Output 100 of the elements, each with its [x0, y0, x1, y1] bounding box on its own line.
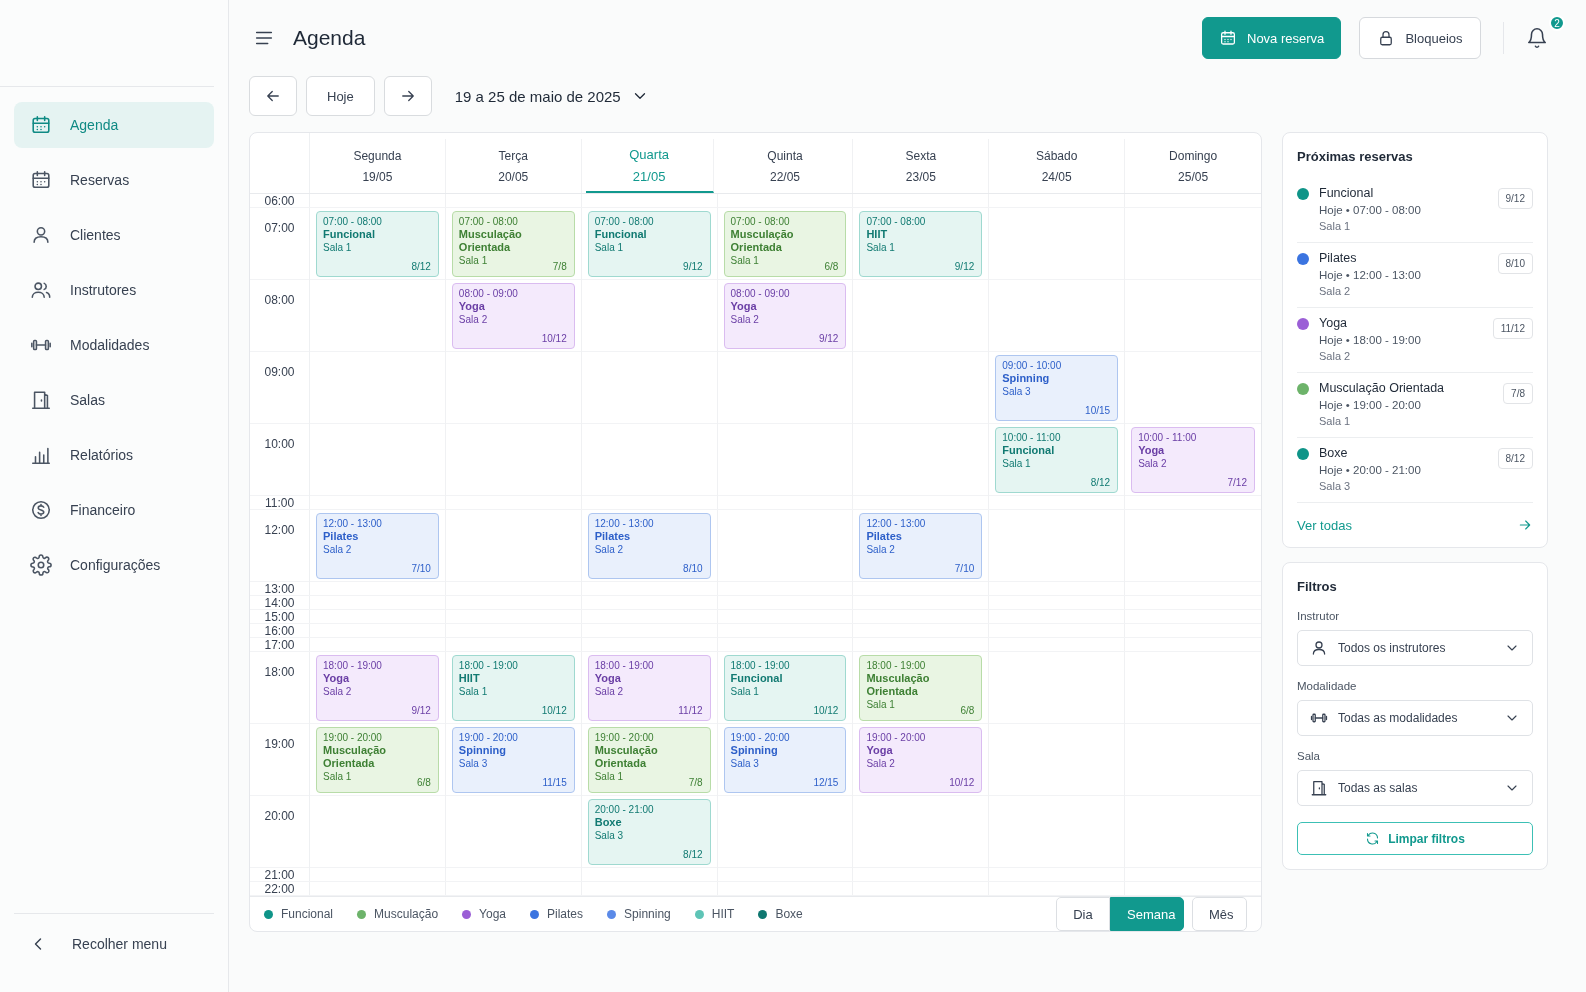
event-card[interactable]: 19:00 - 20:00 Spinning Sala 3 12/15: [723, 727, 847, 793]
select-field[interactable]: Todos os instrutores: [1297, 630, 1533, 666]
event-title: Yoga: [323, 672, 350, 685]
event-title: Yoga: [730, 300, 757, 313]
time-label: 12:00: [264, 524, 295, 536]
event-card[interactable]: 10:00 - 11:00 Yoga Sala 2 7/12: [1131, 427, 1255, 493]
time-label: 20:00: [264, 810, 295, 822]
nav-item[interactable]: Configurações: [14, 542, 214, 588]
see-all-link[interactable]: Ver todas: [1297, 503, 1533, 533]
event-time: 12:00 - 13:00: [594, 517, 654, 530]
event-count: 6/8: [824, 260, 839, 273]
day-header[interactable]: Domingo 25/05: [1125, 139, 1261, 193]
event-card[interactable]: 19:00 - 20:00 Spinning Sala 3 11/15: [451, 727, 575, 793]
event-card[interactable]: 18:00 - 19:00 Musculação Orientada Sala 1 6/8: [859, 655, 983, 721]
calendar-icon: [1219, 29, 1237, 47]
event-card[interactable]: 07:00 - 08:00 HIIT Sala 1 9/12: [859, 211, 983, 277]
time-label: 19:00: [264, 738, 295, 750]
event-count: 10/12: [813, 704, 839, 717]
event-room: Sala 1: [1002, 457, 1031, 470]
nav-item[interactable]: Financeiro: [14, 487, 214, 533]
view-toggle[interactable]: Semana: [1110, 897, 1184, 931]
booking-item[interactable]: Pilates Hoje • 12:00 - 13:00 Sala 2 8/10: [1297, 243, 1533, 308]
day-header[interactable]: Sexta 23/05: [853, 139, 990, 193]
nav-item[interactable]: Salas: [14, 377, 214, 423]
time-label: 09:00: [264, 366, 295, 378]
day-header[interactable]: Terça 20/05: [445, 139, 582, 193]
booking-room: Sala 1: [1319, 220, 1352, 232]
collapse-menu-button[interactable]: Recolher menu: [14, 928, 179, 960]
day-header[interactable]: Quinta 22/05: [717, 139, 854, 193]
nav-item[interactable]: Relatórios: [14, 432, 214, 478]
event-time: 07:00 - 08:00: [323, 215, 382, 228]
date-range-dropdown[interactable]: 19 a 25 de maio de 2025: [448, 86, 655, 106]
event-time: 07:00 - 08:00: [458, 215, 518, 228]
nav-item[interactable]: Modalidades: [14, 322, 214, 368]
event-count: 8/12: [683, 848, 703, 861]
previous-button[interactable]: [249, 76, 297, 116]
event-card[interactable]: 12:00 - 13:00 Pilates Sala 2 7/10: [316, 513, 439, 579]
select-field[interactable]: Todas as modalidades: [1297, 700, 1533, 736]
view-toggle[interactable]: Mês: [1192, 897, 1247, 931]
event-room: Sala 1: [323, 241, 352, 254]
nav-item[interactable]: Agenda: [14, 102, 214, 148]
day-header[interactable]: Segunda 19/05: [310, 139, 446, 193]
view-toggle[interactable]: Dia: [1056, 897, 1110, 931]
booking-name: Funcional: [1319, 186, 1375, 200]
blocks-button[interactable]: Bloqueios: [1359, 17, 1481, 59]
event-card[interactable]: 08:00 - 09:00 Yoga Sala 2 10/12: [451, 283, 575, 349]
event-time: 19:00 - 20:00: [730, 731, 790, 744]
event-time: 08:00 - 09:00: [730, 287, 790, 300]
event-card[interactable]: 08:00 - 09:00 Yoga Sala 2 9/12: [723, 283, 847, 349]
today-button[interactable]: Hoje: [306, 76, 375, 116]
event-card[interactable]: 19:00 - 20:00 Musculação Orientada Sala 1 7/8: [587, 727, 711, 793]
booking-name: Boxe: [1319, 446, 1349, 460]
event-card[interactable]: 18:00 - 19:00 Yoga Sala 2 9/12: [316, 655, 439, 721]
event-card[interactable]: 07:00 - 08:00 Musculação Orientada Sala 1 6/8: [723, 211, 847, 277]
nav-item[interactable]: Reservas: [14, 157, 214, 203]
event-card[interactable]: 18:00 - 19:00 HIIT Sala 1 10/12: [451, 655, 575, 721]
event-card[interactable]: 07:00 - 08:00 Musculação Orientada Sala 1 7/8: [451, 211, 575, 277]
event-room: Sala 1: [730, 254, 759, 267]
time-label: 13:00: [264, 582, 295, 595]
nav-item[interactable]: Clientes: [14, 212, 214, 258]
event-card[interactable]: 07:00 - 08:00 Funcional Sala 1 9/12: [587, 211, 711, 277]
event-card[interactable]: 12:00 - 13:00 Pilates Sala 2 8/10: [587, 513, 711, 579]
booking-item[interactable]: Musculação Orientada Hoje • 19:00 - 20:00 Sala 1 7/8: [1297, 373, 1533, 438]
event-count: 11/12: [678, 704, 703, 717]
event-title: Yoga: [866, 744, 893, 757]
notifications-button[interactable]: [1526, 27, 1548, 49]
clear-filters-button[interactable]: Limpar filtros: [1297, 822, 1533, 855]
day-header[interactable]: Quarta 21/05: [585, 139, 714, 193]
booking-time: Hoje • 07:00 - 08:00: [1319, 204, 1422, 216]
booking-item[interactable]: Boxe Hoje • 20:00 - 21:00 Sala 3 8/12: [1297, 438, 1533, 503]
event-title: Spinning: [458, 744, 506, 757]
booking-item[interactable]: Funcional Hoje • 07:00 - 08:00 Sala 1 9/12: [1297, 178, 1533, 243]
event-count: 7/10: [954, 562, 975, 575]
nav-item[interactable]: Instrutores: [14, 267, 214, 313]
event-count: 9/12: [683, 260, 703, 273]
event-time: 19:00 - 20:00: [594, 731, 654, 744]
event-card[interactable]: 07:00 - 08:00 Funcional Sala 1 8/12: [316, 211, 439, 277]
time-label: 08:00: [264, 294, 295, 306]
booking-room: Sala 2: [1319, 285, 1352, 297]
event-card[interactable]: 19:00 - 20:00 Yoga Sala 2 10/12: [859, 727, 983, 793]
event-room: Sala 2: [866, 543, 895, 556]
field-label: Modalidade: [1297, 680, 1358, 692]
event-room: Sala 2: [1138, 457, 1167, 470]
event-card[interactable]: 18:00 - 19:00 Funcional Sala 1 10/12: [723, 655, 847, 721]
event-card[interactable]: 10:00 - 11:00 Funcional Sala 1 8/12: [995, 427, 1119, 493]
event-time: 19:00 - 20:00: [866, 731, 926, 744]
calendar-icon: [30, 169, 52, 191]
new-booking-button[interactable]: Nova reserva: [1202, 17, 1341, 59]
event-card[interactable]: 12:00 - 13:00 Pilates Sala 2 7/10: [859, 513, 983, 579]
event-card[interactable]: 20:00 - 21:00 Boxe Sala 3 8/12: [587, 799, 711, 865]
day-header[interactable]: Sábado 24/05: [989, 139, 1126, 193]
time-label: 17:00: [264, 638, 295, 651]
event-card[interactable]: 09:00 - 10:00 Spinning Sala 3 10/15: [995, 355, 1119, 421]
booking-item[interactable]: Yoga Hoje • 18:00 - 19:00 Sala 2 11/12: [1297, 308, 1533, 373]
select-field[interactable]: Todas as salas: [1297, 770, 1533, 806]
time-label: 10:00: [264, 438, 295, 450]
event-card[interactable]: 18:00 - 19:00 Yoga Sala 2 11/12: [587, 655, 711, 721]
event-title: Pilates: [866, 530, 902, 543]
event-card[interactable]: 19:00 - 20:00 Musculação Orientada Sala 1 6/8: [316, 727, 439, 793]
event-count: 8/12: [1090, 476, 1111, 489]
